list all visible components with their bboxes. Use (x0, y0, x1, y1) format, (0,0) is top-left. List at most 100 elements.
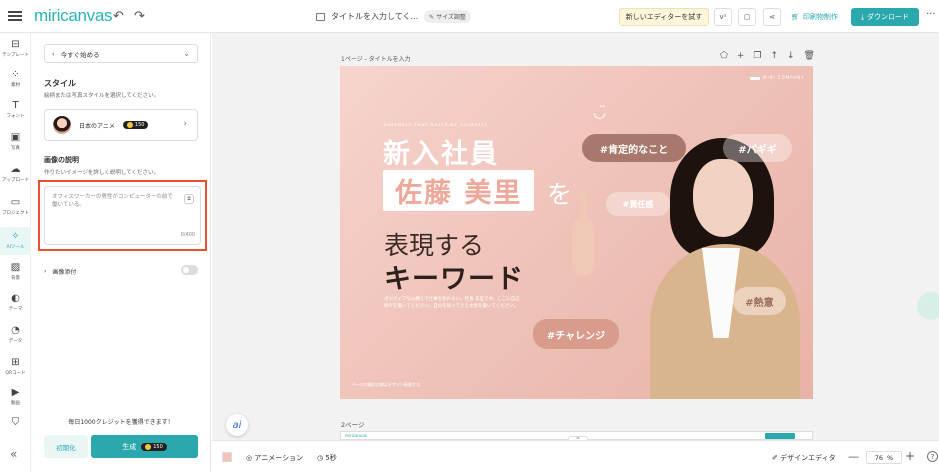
version-icon[interactable]: v¹ (714, 8, 732, 26)
rail-label: 素材 (11, 83, 20, 88)
tag-pill[interactable]: #肯定的なこと (582, 134, 686, 162)
slide-name-box[interactable]: 佐藤 美里 (383, 170, 535, 211)
page-shape-icon[interactable]: ⬠ (720, 51, 728, 61)
page2-label[interactable]: 2ページ (341, 419, 365, 429)
animation-button[interactable]: ◎ アニメーション (246, 453, 303, 463)
logo[interactable]: miricanvas (34, 6, 113, 26)
description-subtext: 作りたいイメージを詳しく説明してください。 (44, 170, 160, 176)
rail-item-font[interactable]: T フォント (0, 96, 31, 124)
page1-label[interactable]: 1ページ - タイトルを入力 (341, 54, 411, 63)
design-editor-button[interactable]: ✐ デザインエディタ (772, 453, 836, 463)
zoom-unit: % (887, 453, 894, 462)
slide-heading-line1[interactable]: 新入社員 (383, 132, 499, 171)
image-attach-toggle[interactable] (181, 265, 198, 275)
document-title-text[interactable]: タイトルを入力してく... (331, 11, 418, 22)
add-page-icon[interactable]: + (737, 51, 745, 61)
slide-footer-text[interactable]: ページの幅は点線はデザイン画面です。 (352, 382, 424, 388)
rail-item-qr[interactable]: ⊞ QRコード (0, 353, 31, 381)
more-icon[interactable]: ··· (926, 9, 936, 20)
delete-page-icon[interactable]: 🗑︎ (804, 51, 815, 61)
print-order-label: 印刷物制作 (802, 13, 838, 21)
rail-item-template[interactable]: ⊟ テンプレート (0, 35, 31, 63)
tag-pill[interactable]: #パギギ (723, 134, 792, 162)
style-selector[interactable]: 日本のアニメ 150 › (44, 109, 198, 141)
move-up-icon[interactable]: ↑ (770, 51, 778, 61)
chevron-right-icon: › (44, 267, 47, 275)
save-icon[interactable]: ▢ (738, 8, 756, 26)
help-icon[interactable]: ? (927, 451, 938, 462)
reset-button[interactable]: 初期化 (44, 435, 88, 458)
style-heading: スタイル (44, 79, 76, 88)
smile-doodle-icon[interactable]: ◡̈ (593, 103, 606, 121)
copy-icon[interactable]: ⧉ (184, 194, 194, 204)
page2-mini-logo: miricanvas (345, 433, 367, 438)
tag-pill[interactable]: #チャレンジ (533, 319, 619, 349)
image-attach-label: 画像添付 (52, 268, 77, 276)
rail-item-elements[interactable]: ⁘ 素材 (0, 65, 31, 93)
tag-pill[interactable]: #熱意 (733, 287, 786, 315)
animation-label: アニメーション (254, 454, 304, 462)
bottom-bar: ◎ アニメーション ◷ 5秒 ✐ デザインエディタ — 76% + ? (212, 440, 939, 472)
side-float-button[interactable] (917, 292, 939, 320)
image-attach-row[interactable]: › 画像添付 (44, 265, 198, 277)
generate-button[interactable]: 生成 150 (91, 435, 198, 458)
back-icon[interactable]: ‹ (52, 50, 55, 58)
slide-company[interactable]: MIRI COMPANY (750, 75, 805, 80)
rail-label: QRコード (5, 371, 26, 376)
description-highlight: オフィスワーカーの男性がコンピューターの前で働いている。 ⧉ 0/400 (38, 180, 207, 251)
download-button[interactable]: ⤓ ダウンロード (851, 8, 919, 26)
try-new-editor-button[interactable]: 新しいエディターを試す (619, 8, 709, 26)
rail-label: プロジェクト (2, 211, 29, 216)
start-select[interactable]: ‹ 今すぐ始める ⌄ (44, 44, 198, 63)
redo-icon[interactable]: ↷ (134, 9, 145, 24)
chevron-down-icon: ⌄ (183, 49, 190, 58)
generate-cost-badge: 150 (141, 442, 167, 451)
hamburger-menu-icon[interactable] (8, 9, 22, 23)
duration-button[interactable]: ◷ 5秒 (317, 453, 337, 463)
upload-icon: ☁ (10, 164, 21, 175)
template-icon: ⊟ (11, 39, 20, 50)
rail-item-data[interactable]: ◔ データ (0, 321, 31, 349)
start-select-label: 今すぐ始める (60, 50, 100, 59)
zoom-input[interactable]: 76% (866, 451, 902, 464)
rail-label: フォント (6, 114, 25, 119)
tag-pill[interactable]: #責任感 (606, 192, 670, 216)
rail-label: AIツール (6, 245, 25, 250)
description-textarea[interactable]: オフィスワーカーの男性がコンピューターの前で働いている。 ⧉ 0/400 (44, 186, 201, 245)
rail-item-project[interactable]: ▭ プロジェクト (0, 193, 31, 221)
rail-item-video[interactable]: ▶ 動画 (0, 383, 31, 411)
rail-item-ai-tools[interactable]: ✧ AIツール (0, 227, 31, 255)
slide-page-1[interactable]: MIRI COMPANY ASSEMBLE THAT DESCRIBE YOUR… (340, 66, 813, 399)
data-icon: ◔ (11, 325, 20, 336)
rail-item-bookmark[interactable]: ⛉ (0, 409, 31, 437)
style-cost: 150 (134, 122, 145, 128)
rail-item-upload[interactable]: ☁ アップロード (0, 160, 31, 188)
document-title[interactable]: タイトルを入力してく... ✎ サイズ調整 (316, 10, 471, 23)
ai-assistant-button[interactable]: ai (226, 414, 248, 436)
rail-label: テーマ (8, 307, 23, 312)
slide-tagline[interactable]: ASSEMBLE THAT DESCRIBE YOURSELF (384, 123, 488, 127)
resize-button[interactable]: ✎ サイズ調整 (424, 10, 471, 23)
zoom-in-button[interactable]: + (905, 449, 915, 463)
rail-label: アップロード (2, 178, 29, 183)
reset-label: 初期化 (56, 443, 76, 452)
slide-heading-line4[interactable]: キーワード (384, 257, 524, 296)
rail-item-theme[interactable]: ◐ テーマ (0, 289, 31, 317)
share-icon[interactable]: ⋖ (763, 8, 781, 26)
slide-body-text[interactable]: ポジティブな心構えで仕事を恐れない。社長 美里です。ここに自己紹介を書いてくださ… (384, 296, 524, 310)
generate-cost: 150 (153, 443, 163, 450)
zoom-out-button[interactable]: — (848, 450, 859, 463)
print-order-button[interactable]: 🛒︎ 印刷物制作 (791, 8, 847, 26)
page-tools: ⬠ + ❐ ↑ ↓ 🗑︎ (720, 51, 815, 61)
left-rail: ⊟ テンプレート ⁘ 素材 T フォント ▣ 写真 ☁ アップロード ▭ プロジェクト ✧ A… (0, 33, 31, 472)
undo-icon[interactable]: ↶ (113, 9, 124, 24)
rail-item-photo[interactable]: ▣ 写真 (0, 128, 31, 156)
collapse-icon[interactable]: « (10, 447, 17, 461)
slide-particle[interactable]: を (547, 175, 572, 211)
project-icon: ▭ (10, 197, 21, 208)
background-color-swatch[interactable] (222, 452, 232, 462)
slide-company-text: MIRI COMPANY (763, 75, 805, 80)
move-down-icon[interactable]: ↓ (787, 51, 795, 61)
rail-item-background[interactable]: ▨ 背景 (0, 258, 31, 286)
duplicate-page-icon[interactable]: ❐ (753, 51, 761, 61)
